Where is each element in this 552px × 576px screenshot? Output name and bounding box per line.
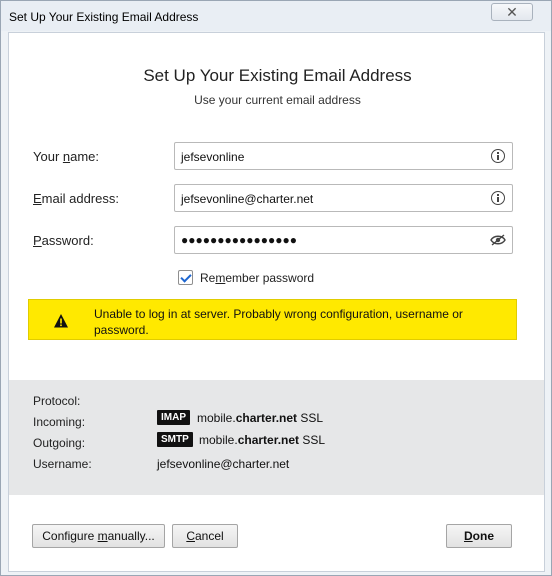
account-setup-window: Set Up Your Existing Email Address ✕ Set… [0,0,552,576]
warning-icon [54,314,68,328]
configure-manually-button[interactable]: Configure manually... [32,524,165,548]
hide-password-icon[interactable] [490,234,506,246]
dialog-content: Set Up Your Existing Email Address Use y… [8,32,545,572]
close-button[interactable]: ✕ [491,3,533,21]
protocol-label: Protocol: [33,394,81,408]
name-label: Your name: [33,149,100,164]
password-label: Password: [33,233,94,248]
incoming-label: Incoming: [33,415,86,429]
username-label: Username: [33,457,92,471]
info-icon[interactable] [491,191,505,205]
incoming-server: mobile.charter.net SSL [197,411,324,425]
remember-password-checkbox[interactable] [178,270,193,285]
incoming-protocol-badge: IMAP [157,410,190,425]
outgoing-label: Outgoing: [33,436,86,450]
server-summary: Protocol: Incoming: Outgoing: Username: … [9,380,544,495]
email-field[interactable]: jefsevonline@charter.net [174,184,513,212]
password-field-value: ●●●●●●●●●●●●●●●● [181,233,297,247]
email-label: Email address: [33,191,119,206]
outgoing-server: mobile.charter.net SSL [199,433,326,447]
email-field-value: jefsevonline@charter.net [181,192,314,206]
login-error-message: Unable to log in at server. Probably wro… [94,307,463,337]
cancel-button[interactable]: Cancel [172,524,238,548]
name-field[interactable]: jefsevonline [174,142,513,170]
title-bar[interactable]: Set Up Your Existing Email Address ✕ [1,1,551,31]
name-field-value: jefsevonline [181,150,245,164]
dialog-subheading: Use your current email address [194,93,361,107]
username-value: jefsevonline@charter.net [157,457,290,471]
dialog-heading: Set Up Your Existing Email Address [143,66,412,85]
outgoing-protocol-badge: SMTP [157,432,193,447]
info-icon[interactable] [491,149,505,163]
close-icon: ✕ [506,4,518,20]
done-button[interactable]: Done [446,524,512,548]
remember-password-label[interactable]: Remember password [200,271,314,285]
window-title: Set Up Your Existing Email Address [9,10,199,24]
password-field[interactable]: ●●●●●●●●●●●●●●●● [174,226,513,254]
